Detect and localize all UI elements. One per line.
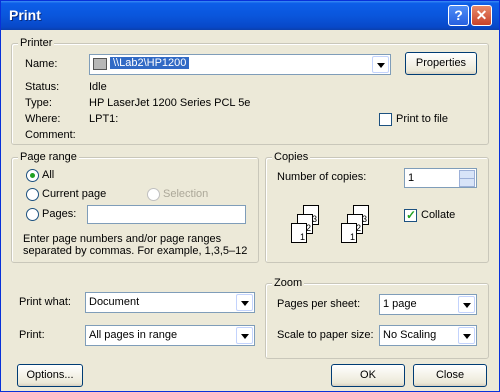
type-value: HP LaserJet 1200 Series PCL 5e	[89, 97, 251, 109]
scale-to-paper-value: No Scaling	[383, 329, 437, 341]
print-to-file-checkbox[interactable]	[379, 113, 392, 126]
scale-to-paper-label: Scale to paper size:	[277, 329, 374, 341]
printer-legend: Printer	[18, 37, 55, 49]
print-dialog: Print ? ✕ Printer Name: \\Lab2\HP1200 Pr…	[0, 0, 500, 392]
print-what-dropdown[interactable]: Document	[85, 292, 255, 313]
page-range-help-line1: Enter page numbers and/or page ranges	[23, 233, 222, 245]
print-what-label: Print what:	[19, 296, 71, 308]
page-range-help-line2: separated by commas. For example, 1,3,5–…	[23, 245, 248, 257]
print-to-file-label[interactable]: Print to file	[396, 113, 448, 125]
help-button[interactable]: ?	[448, 5, 469, 26]
chevron-down-icon[interactable]	[372, 56, 389, 73]
all-pages-label[interactable]: All	[42, 169, 54, 181]
number-of-copies-value: 1	[408, 172, 415, 184]
printer-name-dropdown[interactable]: \\Lab2\HP1200	[89, 54, 391, 75]
options-button[interactable]: Options...	[17, 364, 83, 387]
where-label: Where:	[25, 113, 61, 125]
pages-per-sheet-value: 1 page	[383, 298, 417, 310]
printer-name-label: Name:	[25, 58, 58, 70]
spin-down-icon[interactable]	[459, 178, 475, 187]
scale-to-paper-dropdown[interactable]: No Scaling	[379, 325, 477, 346]
print-label: Print:	[19, 329, 45, 341]
current-page-label[interactable]: Current page	[42, 188, 106, 200]
properties-button[interactable]: Properties	[405, 52, 477, 75]
title-bar[interactable]: Print ? ✕	[1, 1, 499, 30]
close-button[interactable]: Close	[413, 364, 487, 387]
number-of-copies-input[interactable]: 1	[404, 168, 477, 188]
print-value: All pages in range	[89, 329, 178, 341]
chevron-down-icon[interactable]	[236, 327, 253, 344]
chevron-down-icon[interactable]	[236, 294, 253, 311]
pages-input[interactable]	[87, 205, 246, 224]
page-range-legend: Page range	[18, 151, 79, 163]
status-label: Status:	[25, 81, 60, 93]
printer-name-value: \\Lab2\HP1200	[110, 57, 190, 69]
print-what-value: Document	[89, 296, 140, 308]
pages-label[interactable]: Pages:	[42, 208, 76, 220]
where-value: LPT1:	[89, 113, 119, 125]
comment-label: Comment:	[25, 129, 76, 141]
current-page-radio[interactable]	[26, 188, 39, 201]
status-value: Idle	[89, 81, 107, 93]
close-window-button[interactable]: ✕	[471, 5, 492, 26]
number-of-copies-label: Number of copies:	[277, 171, 367, 183]
selection-label: Selection	[163, 188, 209, 200]
collate-checkbox[interactable]	[404, 208, 417, 222]
ok-button[interactable]: OK	[331, 364, 405, 387]
chevron-down-icon[interactable]	[458, 327, 475, 344]
collate-label[interactable]: Collate	[421, 209, 455, 221]
print-dropdown[interactable]: All pages in range	[85, 325, 255, 346]
window-title: Print	[9, 7, 41, 23]
zoom-legend: Zoom	[272, 277, 305, 289]
pages-per-sheet-label: Pages per sheet:	[277, 298, 361, 310]
pages-per-sheet-dropdown[interactable]: 1 page	[379, 294, 477, 315]
copies-legend: Copies	[272, 151, 311, 163]
pages-radio[interactable]	[26, 208, 39, 221]
printer-icon	[93, 58, 107, 70]
selection-radio	[147, 188, 160, 201]
all-pages-radio[interactable]	[26, 169, 39, 182]
type-label: Type:	[25, 97, 52, 109]
chevron-down-icon[interactable]	[458, 296, 475, 313]
